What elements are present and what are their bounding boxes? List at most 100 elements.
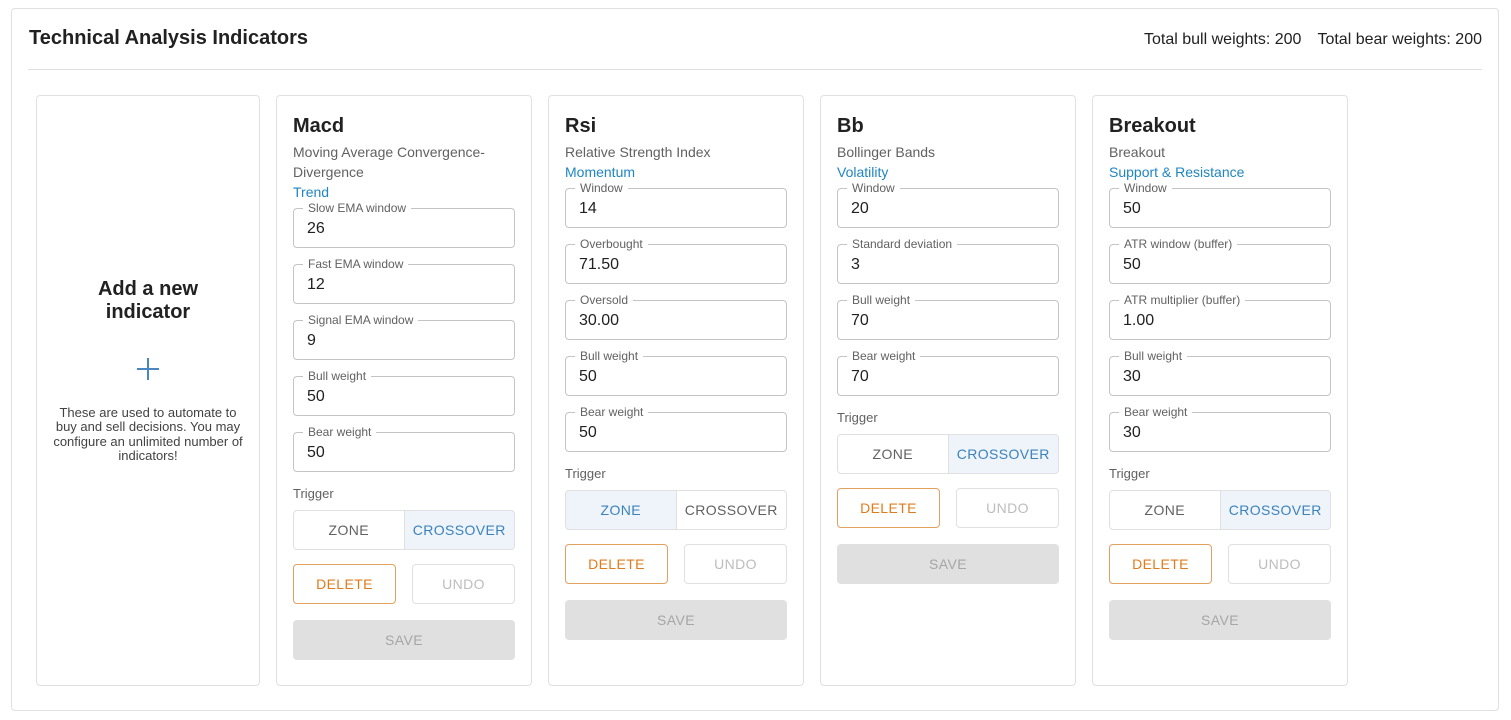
field-value[interactable]: 30.00	[579, 312, 619, 330]
field-label: Bear weight	[575, 405, 649, 419]
field-value[interactable]: 50	[307, 388, 325, 406]
delete-button[interactable]: DELETE	[837, 488, 940, 528]
indicator-name: Bb	[837, 115, 864, 137]
delete-button[interactable]: DELETE	[1109, 544, 1212, 584]
undo-button[interactable]: UNDO	[956, 488, 1059, 528]
indicator-input-field[interactable]: Standard deviation 3	[837, 237, 1059, 284]
indicator-input-field[interactable]: Window 50	[1109, 181, 1331, 228]
indicator-description: Relative Strength Index	[565, 144, 711, 160]
save-button[interactable]: SAVE	[837, 544, 1059, 584]
field-value[interactable]: 14	[579, 200, 597, 218]
field-label: Fast EMA window	[303, 257, 409, 271]
trigger-crossover-button[interactable]: CROSSOVER	[948, 434, 1059, 474]
add-indicator-description: These are used to automate to buy and se…	[53, 404, 243, 463]
trigger-zone-button[interactable]: ZONE	[565, 490, 677, 530]
field-label: Bull weight	[847, 293, 916, 307]
indicator-input-field[interactable]: Bear weight 30	[1109, 405, 1331, 452]
indicator-card: Bb Bollinger Bands Volatility Window 20 St…	[820, 95, 1076, 686]
indicator-actions: DELETE UNDO	[837, 488, 1059, 528]
indicator-input-field[interactable]: Bear weight 70	[837, 349, 1059, 396]
field-value[interactable]: 20	[851, 200, 869, 218]
indicator-input-field[interactable]: Window 20	[837, 181, 1059, 228]
undo-button[interactable]: UNDO	[684, 544, 787, 584]
field-label: Bull weight	[303, 369, 372, 383]
header-divider	[28, 69, 1482, 70]
trigger-zone-button[interactable]: ZONE	[1109, 490, 1221, 530]
field-label: ATR multiplier (buffer)	[1119, 293, 1246, 307]
field-value[interactable]: 9	[307, 332, 316, 350]
indicator-input-field[interactable]: Bear weight 50	[565, 405, 787, 452]
field-label: ATR window (buffer)	[1119, 237, 1238, 251]
field-value[interactable]: 50	[579, 424, 597, 442]
indicator-input-field[interactable]: ATR window (buffer) 50	[1109, 237, 1331, 284]
trigger-crossover-button[interactable]: CROSSOVER	[404, 510, 515, 550]
field-label: Bear weight	[303, 425, 377, 439]
total-bear-weights: Total bear weights: 200	[1317, 31, 1482, 48]
field-value[interactable]: 26	[307, 220, 325, 238]
indicator-category: Support & Resistance	[1109, 164, 1245, 180]
field-value[interactable]: 50	[1123, 256, 1141, 274]
indicator-input-field[interactable]: Overbought 71.50	[565, 237, 787, 284]
indicator-input-field[interactable]: Bull weight 30	[1109, 349, 1331, 396]
field-value[interactable]: 30	[1123, 368, 1141, 386]
trigger-toggle-group: ZONE CROSSOVER	[293, 510, 515, 550]
indicator-card: Rsi Relative Strength Index Momentum Windo…	[548, 95, 804, 686]
undo-button[interactable]: UNDO	[1228, 544, 1331, 584]
indicator-input-field[interactable]: Signal EMA window 9	[293, 313, 515, 360]
save-button[interactable]: SAVE	[1109, 600, 1331, 640]
field-label: Signal EMA window	[303, 313, 419, 327]
field-label: Window	[847, 181, 900, 195]
indicator-input-field[interactable]: Bull weight 50	[293, 369, 515, 416]
trigger-toggle-group: ZONE CROSSOVER	[837, 434, 1059, 474]
field-label: Bear weight	[1119, 405, 1193, 419]
delete-button[interactable]: DELETE	[565, 544, 668, 584]
field-value[interactable]: 30	[1123, 424, 1141, 442]
delete-button[interactable]: DELETE	[293, 564, 396, 604]
field-value[interactable]: 70	[851, 312, 869, 330]
field-value[interactable]: 50	[1123, 200, 1141, 218]
indicator-actions: DELETE UNDO	[565, 544, 787, 584]
field-value[interactable]: 12	[307, 276, 325, 294]
trigger-crossover-button[interactable]: CROSSOVER	[676, 490, 787, 530]
trigger-zone-button[interactable]: ZONE	[293, 510, 405, 550]
undo-button[interactable]: UNDO	[412, 564, 515, 604]
indicator-card: Breakout Breakout Support & Resistance Win…	[1092, 95, 1348, 686]
indicator-description: Moving Average Convergence-Divergence	[293, 144, 485, 180]
field-label: Slow EMA window	[303, 201, 412, 215]
field-value[interactable]: 70	[851, 368, 869, 386]
field-label: Oversold	[575, 293, 634, 307]
page-title: Technical Analysis Indicators	[29, 27, 308, 49]
indicator-input-field[interactable]: Bull weight 50	[565, 349, 787, 396]
indicator-input-field[interactable]: Fast EMA window 12	[293, 257, 515, 304]
plus-icon[interactable]	[137, 357, 159, 380]
trigger-crossover-button[interactable]: CROSSOVER	[1220, 490, 1331, 530]
field-label: Overbought	[575, 237, 648, 251]
field-value[interactable]: 50	[307, 444, 325, 462]
field-label: Bear weight	[847, 349, 921, 363]
trigger-label: Trigger	[1109, 466, 1150, 481]
indicator-input-field[interactable]: Bull weight 70	[837, 293, 1059, 340]
indicator-name: Breakout	[1109, 115, 1196, 137]
total-bull-weights: Total bull weights: 200	[1144, 31, 1302, 48]
add-indicator-card[interactable]: Add a new indicator These are used to au…	[36, 95, 260, 686]
field-label: Bull weight	[575, 349, 644, 363]
field-value[interactable]: 1.00	[1123, 312, 1154, 330]
indicator-input-field[interactable]: Window 14	[565, 181, 787, 228]
indicator-description: Bollinger Bands	[837, 144, 936, 160]
indicator-card: Macd Moving Average Convergence-Divergenc…	[276, 95, 532, 686]
indicators-panel: Technical Analysis Indicators Total bull…	[11, 8, 1499, 711]
field-label: Window	[575, 181, 628, 195]
save-button[interactable]: SAVE	[565, 600, 787, 640]
indicator-input-field[interactable]: Slow EMA window 26	[293, 201, 515, 248]
save-button[interactable]: SAVE	[293, 620, 515, 660]
indicator-input-field[interactable]: Oversold 30.00	[565, 293, 787, 340]
field-value[interactable]: 71.50	[579, 256, 619, 274]
field-value[interactable]: 3	[851, 256, 860, 274]
indicator-input-field[interactable]: ATR multiplier (buffer) 1.00	[1109, 293, 1331, 340]
field-value[interactable]: 50	[579, 368, 597, 386]
indicator-category: Momentum	[565, 164, 636, 180]
trigger-toggle-group: ZONE CROSSOVER	[1109, 490, 1331, 530]
indicator-input-field[interactable]: Bear weight 50	[293, 425, 515, 472]
trigger-label: Trigger	[837, 410, 878, 425]
trigger-zone-button[interactable]: ZONE	[837, 434, 949, 474]
